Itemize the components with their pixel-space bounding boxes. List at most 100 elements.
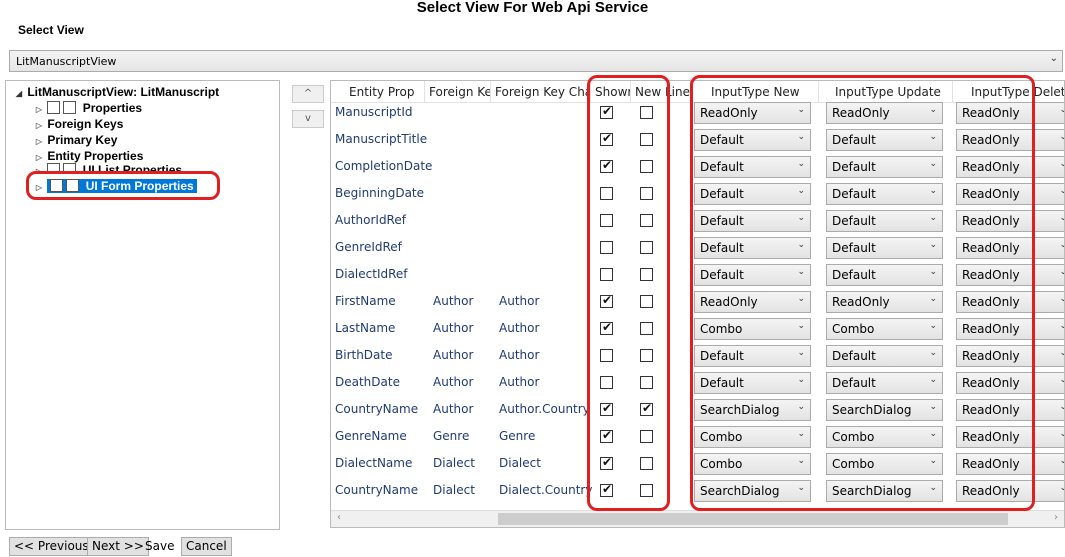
shown-checkbox[interactable]	[600, 293, 613, 308]
tree-item-foreign-keys[interactable]: ▷ Foreign Keys	[34, 116, 123, 132]
new-line-checkbox[interactable]	[640, 295, 653, 308]
input-type-new-combo[interactable]: Default ⌄	[694, 183, 811, 205]
column-header-input-delete[interactable]: InputType Delete	[953, 81, 1064, 103]
shown-checkbox[interactable]	[600, 158, 613, 173]
tree-item-ui-form-properties[interactable]: ▷ UI Form Properties	[34, 178, 197, 194]
shown-checkbox[interactable]	[600, 455, 613, 470]
column-header-foreign-key-chain[interactable]: Foreign Key Chain	[491, 81, 591, 103]
input-type-update-combo[interactable]: SearchDialog ⌄	[826, 480, 943, 502]
input-type-update-combo[interactable]: Default ⌄	[826, 264, 943, 286]
shown-checkbox[interactable]	[600, 268, 613, 281]
input-type-new-combo[interactable]: Default ⌄	[694, 372, 811, 394]
cancel-button[interactable]: Cancel	[181, 537, 232, 556]
input-type-delete-combo[interactable]: ReadOnly ⌄	[956, 453, 1064, 475]
input-type-new-combo[interactable]: Combo ⌄	[694, 318, 811, 340]
scroll-right-icon[interactable]: ›	[1054, 512, 1058, 523]
new-line-checkbox[interactable]	[640, 457, 653, 470]
new-line-checkbox[interactable]	[640, 349, 653, 362]
new-line-checkbox[interactable]	[640, 106, 653, 119]
checkbox[interactable]	[50, 179, 64, 192]
shown-checkbox[interactable]	[600, 214, 613, 227]
checkbox[interactable]	[66, 179, 80, 192]
input-type-new-combo[interactable]: Default ⌄	[694, 264, 811, 286]
tree-root[interactable]: ◢ LitManuscriptView: LitManuscript	[14, 84, 219, 100]
input-type-new-combo[interactable]: SearchDialog ⌄	[694, 480, 811, 502]
save-button[interactable]: Save	[145, 539, 174, 553]
new-line-checkbox[interactable]	[640, 322, 653, 335]
input-type-update-combo[interactable]: Default ⌄	[826, 237, 943, 259]
input-type-delete-combo[interactable]: ReadOnly ⌄	[956, 291, 1064, 313]
collapsed-triangle-icon[interactable]: ▷	[34, 164, 44, 172]
input-type-update-combo[interactable]: Combo ⌄	[826, 426, 943, 448]
shown-checkbox[interactable]	[600, 401, 613, 416]
input-type-new-combo[interactable]: SearchDialog ⌄	[694, 399, 811, 421]
move-down-button[interactable]: v	[292, 110, 324, 128]
input-type-delete-combo[interactable]: ReadOnly ⌄	[956, 318, 1064, 340]
checkbox[interactable]	[63, 101, 77, 114]
move-up-button[interactable]: ^	[292, 85, 324, 103]
shown-checkbox[interactable]	[600, 428, 613, 443]
collapsed-triangle-icon[interactable]: ▷	[34, 180, 44, 196]
input-type-update-combo[interactable]: SearchDialog ⌄	[826, 399, 943, 421]
checkbox[interactable]	[63, 163, 77, 172]
input-type-delete-combo[interactable]: ReadOnly ⌄	[956, 210, 1064, 232]
tree-item-properties[interactable]: ▷ Properties	[34, 100, 142, 116]
input-type-new-combo[interactable]: ReadOnly ⌄	[694, 291, 811, 313]
column-header-input-new[interactable]: InputType New	[691, 81, 819, 103]
input-type-delete-combo[interactable]: ReadOnly ⌄	[956, 183, 1064, 205]
input-type-new-combo[interactable]: Default ⌄	[694, 129, 811, 151]
scroll-left-icon[interactable]: ‹	[337, 512, 341, 523]
tree-item-ui-list-properties[interactable]: ▷ UI List Properties	[34, 162, 182, 172]
column-header-shown[interactable]: Shown	[591, 81, 631, 103]
input-type-update-combo[interactable]: Default ⌄	[826, 345, 943, 367]
column-header-input-update[interactable]: InputType Update	[819, 81, 953, 103]
expanded-triangle-icon[interactable]: ◢	[14, 86, 24, 102]
shown-checkbox[interactable]	[600, 482, 613, 497]
input-type-new-combo[interactable]: Combo ⌄	[694, 453, 811, 475]
input-type-delete-combo[interactable]: ReadOnly ⌄	[956, 372, 1064, 394]
input-type-update-combo[interactable]: ReadOnly ⌄	[826, 102, 943, 124]
shown-checkbox[interactable]	[600, 320, 613, 335]
input-type-update-combo[interactable]: Default ⌄	[826, 372, 943, 394]
column-header-entity-prop[interactable]: Entity Prop	[331, 81, 425, 103]
checkbox[interactable]	[47, 101, 61, 114]
input-type-delete-combo[interactable]: ReadOnly ⌄	[956, 237, 1064, 259]
input-type-delete-combo[interactable]: ReadOnly ⌄	[956, 426, 1064, 448]
checkbox[interactable]	[47, 163, 61, 172]
scrollbar-thumb[interactable]	[498, 513, 1008, 525]
shown-checkbox[interactable]	[600, 349, 613, 362]
tree-item-primary-key[interactable]: ▷ Primary Key	[34, 132, 117, 148]
new-line-checkbox[interactable]	[640, 401, 653, 416]
new-line-checkbox[interactable]	[640, 376, 653, 389]
input-type-delete-combo[interactable]: ReadOnly ⌄	[956, 264, 1064, 286]
shown-checkbox[interactable]	[600, 187, 613, 200]
view-combo[interactable]: LitManuscriptView ⌄	[9, 50, 1063, 72]
input-type-update-combo[interactable]: Combo ⌄	[826, 453, 943, 475]
input-type-delete-combo[interactable]: ReadOnly ⌄	[956, 345, 1064, 367]
input-type-update-combo[interactable]: Combo ⌄	[826, 318, 943, 340]
new-line-checkbox[interactable]	[640, 187, 653, 200]
input-type-new-combo[interactable]: Default ⌄	[694, 156, 811, 178]
new-line-checkbox[interactable]	[640, 484, 653, 497]
input-type-new-combo[interactable]: Default ⌄	[694, 210, 811, 232]
selected-node[interactable]: UI Form Properties	[47, 179, 197, 193]
new-line-checkbox[interactable]	[640, 430, 653, 443]
shown-checkbox[interactable]	[600, 131, 613, 146]
input-type-new-combo[interactable]: Default ⌄	[694, 237, 811, 259]
shown-checkbox[interactable]	[600, 104, 613, 119]
input-type-new-combo[interactable]: ReadOnly ⌄	[694, 102, 811, 124]
previous-button[interactable]: << Previous	[9, 537, 94, 556]
new-line-checkbox[interactable]	[640, 268, 653, 281]
next-button[interactable]: Next >>	[87, 537, 149, 556]
column-header-new-line[interactable]: New Line	[631, 81, 691, 103]
input-type-update-combo[interactable]: Default ⌄	[826, 183, 943, 205]
new-line-checkbox[interactable]	[640, 160, 653, 173]
new-line-checkbox[interactable]	[640, 214, 653, 227]
input-type-update-combo[interactable]: Default ⌄	[826, 210, 943, 232]
input-type-new-combo[interactable]: Combo ⌄	[694, 426, 811, 448]
horizontal-scrollbar[interactable]: ‹ ›	[331, 510, 1064, 527]
shown-checkbox[interactable]	[600, 241, 613, 254]
input-type-delete-combo[interactable]: ReadOnly ⌄	[956, 156, 1064, 178]
shown-checkbox[interactable]	[600, 376, 613, 389]
column-header-foreign-key[interactable]: Foreign Key	[425, 81, 491, 103]
